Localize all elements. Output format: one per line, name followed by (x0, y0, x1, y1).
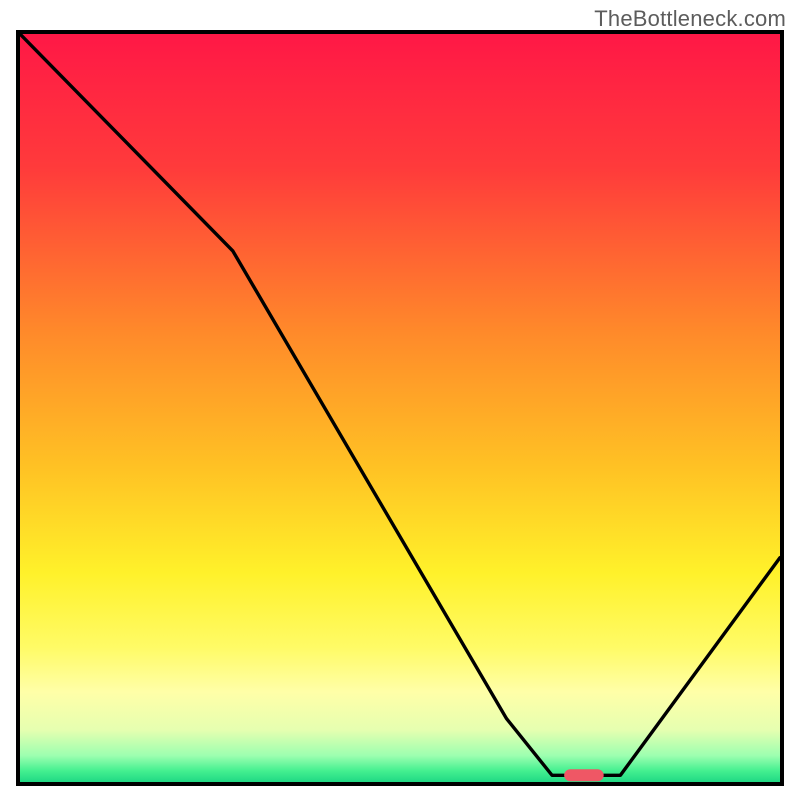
watermark-text: TheBottleneck.com (594, 6, 786, 32)
chart-stage: TheBottleneck.com (0, 0, 800, 800)
gradient-background (20, 34, 780, 782)
plot-frame (16, 30, 784, 786)
